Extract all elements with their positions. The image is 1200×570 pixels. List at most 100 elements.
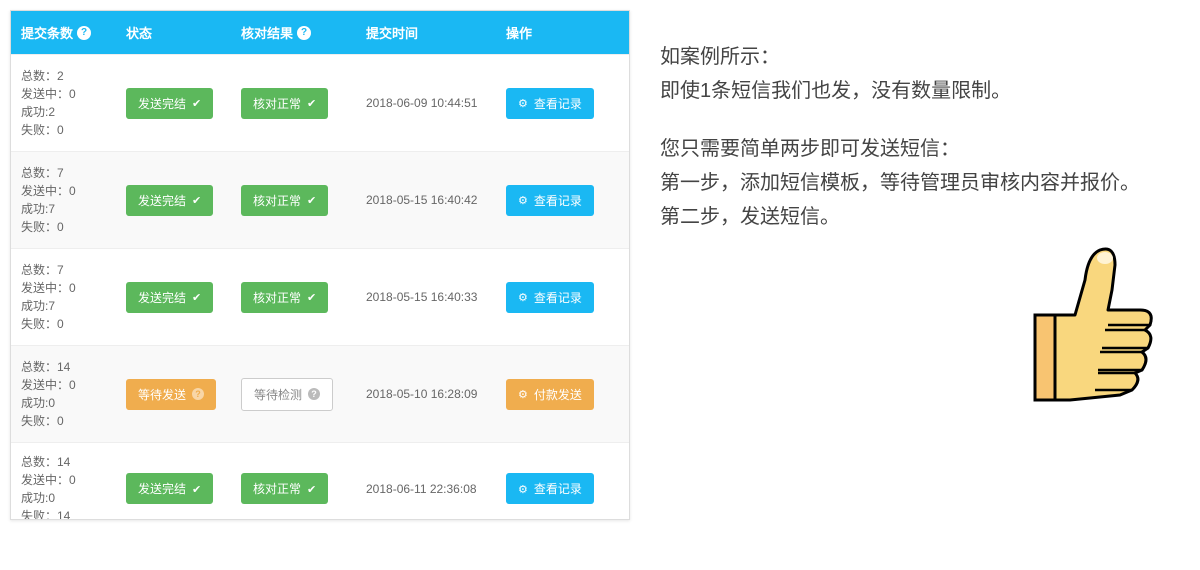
header-status-label: 状态	[126, 23, 152, 42]
instructions-line5: 第二步，发送短信。	[660, 206, 840, 228]
total-count: 总数：2	[21, 67, 64, 85]
failed-count: 失败：14	[21, 507, 70, 520]
verify-cell: 核对正常	[231, 55, 356, 151]
time-cell: 2018-05-10 16:28:09	[356, 346, 496, 442]
check-icon	[307, 482, 316, 496]
send-done-button[interactable]: 发送完结	[126, 185, 213, 216]
success-count: 成功:0	[21, 394, 55, 412]
verify-cell: 核对正常	[231, 152, 356, 248]
gear-icon	[518, 290, 528, 304]
sending-count: 发送中：0	[21, 85, 76, 103]
check-icon	[192, 96, 201, 110]
action-cell: 查看记录	[496, 443, 626, 519]
thumbs-up-icon	[1020, 230, 1160, 410]
action-cell: 查看记录	[496, 152, 626, 248]
check-icon	[307, 193, 316, 207]
gear-icon	[518, 193, 528, 207]
success-count: 成功:2	[21, 103, 55, 121]
help-icon[interactable]: ?	[77, 26, 91, 40]
count-cell: 总数：2发送中：0成功:2失败：0	[11, 55, 116, 151]
check-icon	[307, 290, 316, 304]
sms-records-table: 提交条数 ? 状态 核对结果 ? 提交时间 操作 总数：2发送中：0成功:2失败…	[10, 10, 630, 520]
table-row: 总数：2发送中：0成功:2失败：0 发送完结 核对正常 2018-06-09 10…	[11, 54, 629, 151]
instructions-line1: 如案例所示：	[660, 46, 780, 68]
status-cell: 发送完结	[116, 443, 231, 519]
status-cell: 发送完结	[116, 55, 231, 151]
header-time-label: 提交时间	[366, 23, 418, 42]
header-verify-label: 核对结果	[241, 23, 293, 42]
table-row: 总数：7发送中：0成功:7失败：0 发送完结 核对正常 2018-05-15 16…	[11, 151, 629, 248]
action-cell: 付款发送	[496, 346, 626, 442]
action-cell: 查看记录	[496, 55, 626, 151]
submit-time: 2018-05-15 16:40:33	[366, 290, 477, 304]
time-cell: 2018-05-15 16:40:42	[356, 152, 496, 248]
check-icon	[192, 290, 201, 304]
header-count-label: 提交条数	[21, 23, 73, 42]
verify-cell: 核对正常	[231, 249, 356, 345]
view-record-button[interactable]: 查看记录	[506, 185, 594, 216]
gear-icon	[518, 96, 528, 110]
total-count: 总数：14	[21, 358, 70, 376]
send-done-button[interactable]: 发送完结	[126, 473, 213, 504]
view-record-button[interactable]: 查看记录	[506, 282, 594, 313]
verify-normal-button[interactable]: 核对正常	[241, 473, 328, 504]
view-record-button[interactable]: 查看记录	[506, 473, 594, 504]
submit-time: 2018-05-15 16:40:42	[366, 193, 477, 207]
status-cell: 发送完结	[116, 152, 231, 248]
verify-normal-button[interactable]: 核对正常	[241, 282, 328, 313]
instructions-line2: 即使1条短信我们也发，没有数量限制。	[660, 80, 1011, 102]
status-cell: 等待发送 ?	[116, 346, 231, 442]
wait-send-button[interactable]: 等待发送 ?	[126, 379, 216, 410]
check-icon	[192, 482, 201, 496]
total-count: 总数：7	[21, 261, 64, 279]
action-cell: 查看记录	[496, 249, 626, 345]
instructions-text: 如案例所示： 即使1条短信我们也发，没有数量限制。 您只需要简单两步即可发送短信…	[660, 40, 1190, 234]
success-count: 成功:7	[21, 297, 55, 315]
header-verify: 核对结果 ?	[231, 11, 356, 54]
help-icon: ?	[308, 388, 320, 400]
sending-count: 发送中：0	[21, 182, 76, 200]
instructions-panel: 如案例所示： 即使1条短信我们也发，没有数量限制。 您只需要简单两步即可发送短信…	[660, 10, 1190, 520]
gear-icon	[518, 387, 528, 401]
header-time: 提交时间	[356, 11, 496, 54]
header-count: 提交条数 ?	[11, 11, 116, 54]
failed-count: 失败：0	[21, 218, 64, 236]
send-done-button[interactable]: 发送完结	[126, 282, 213, 313]
verify-cell: 等待检测 ?	[231, 346, 356, 442]
time-cell: 2018-05-15 16:40:33	[356, 249, 496, 345]
count-cell: 总数：14发送中：0成功:0失败：14	[11, 443, 116, 519]
total-count: 总数：14	[21, 453, 70, 471]
header-action-label: 操作	[506, 23, 532, 42]
pay-send-button[interactable]: 付款发送	[506, 379, 594, 410]
verify-normal-button[interactable]: 核对正常	[241, 185, 328, 216]
time-cell: 2018-06-11 22:36:08	[356, 443, 496, 519]
header-action: 操作	[496, 11, 626, 54]
success-count: 成功:7	[21, 200, 55, 218]
failed-count: 失败：0	[21, 315, 64, 333]
sending-count: 发送中：0	[21, 279, 76, 297]
count-cell: 总数：7发送中：0成功:7失败：0	[11, 152, 116, 248]
help-icon: ?	[192, 388, 204, 400]
count-cell: 总数：14发送中：0成功:0失败：0	[11, 346, 116, 442]
table-row: 总数：14发送中：0成功:0失败：0 等待发送 ? 等待检测 ? 2018-05-10…	[11, 345, 629, 442]
submit-time: 2018-05-10 16:28:09	[366, 387, 477, 401]
verify-cell: 核对正常	[231, 443, 356, 519]
success-count: 成功:0	[21, 489, 55, 507]
instructions-line4: 第一步，添加短信模板，等待管理员审核内容并报价。	[660, 172, 1140, 194]
view-record-button[interactable]: 查看记录	[506, 88, 594, 119]
help-icon[interactable]: ?	[297, 26, 311, 40]
status-cell: 发送完结	[116, 249, 231, 345]
count-cell: 总数：7发送中：0成功:7失败：0	[11, 249, 116, 345]
wait-check-button[interactable]: 等待检测 ?	[241, 378, 333, 411]
failed-count: 失败：0	[21, 121, 64, 139]
check-icon	[307, 96, 316, 110]
verify-normal-button[interactable]: 核对正常	[241, 88, 328, 119]
failed-count: 失败：0	[21, 412, 64, 430]
table-body: 总数：2发送中：0成功:2失败：0发送完结 核对正常 2018-06-09 10…	[11, 54, 629, 519]
table-row: 总数：7发送中：0成功:7失败：0 发送完结 核对正常 2018-05-15 16…	[11, 248, 629, 345]
submit-time: 2018-06-09 10:44:51	[366, 96, 477, 110]
send-done-button[interactable]: 发送完结	[126, 88, 213, 119]
time-cell: 2018-06-09 10:44:51	[356, 55, 496, 151]
check-icon	[192, 193, 201, 207]
header-status: 状态	[116, 11, 231, 54]
